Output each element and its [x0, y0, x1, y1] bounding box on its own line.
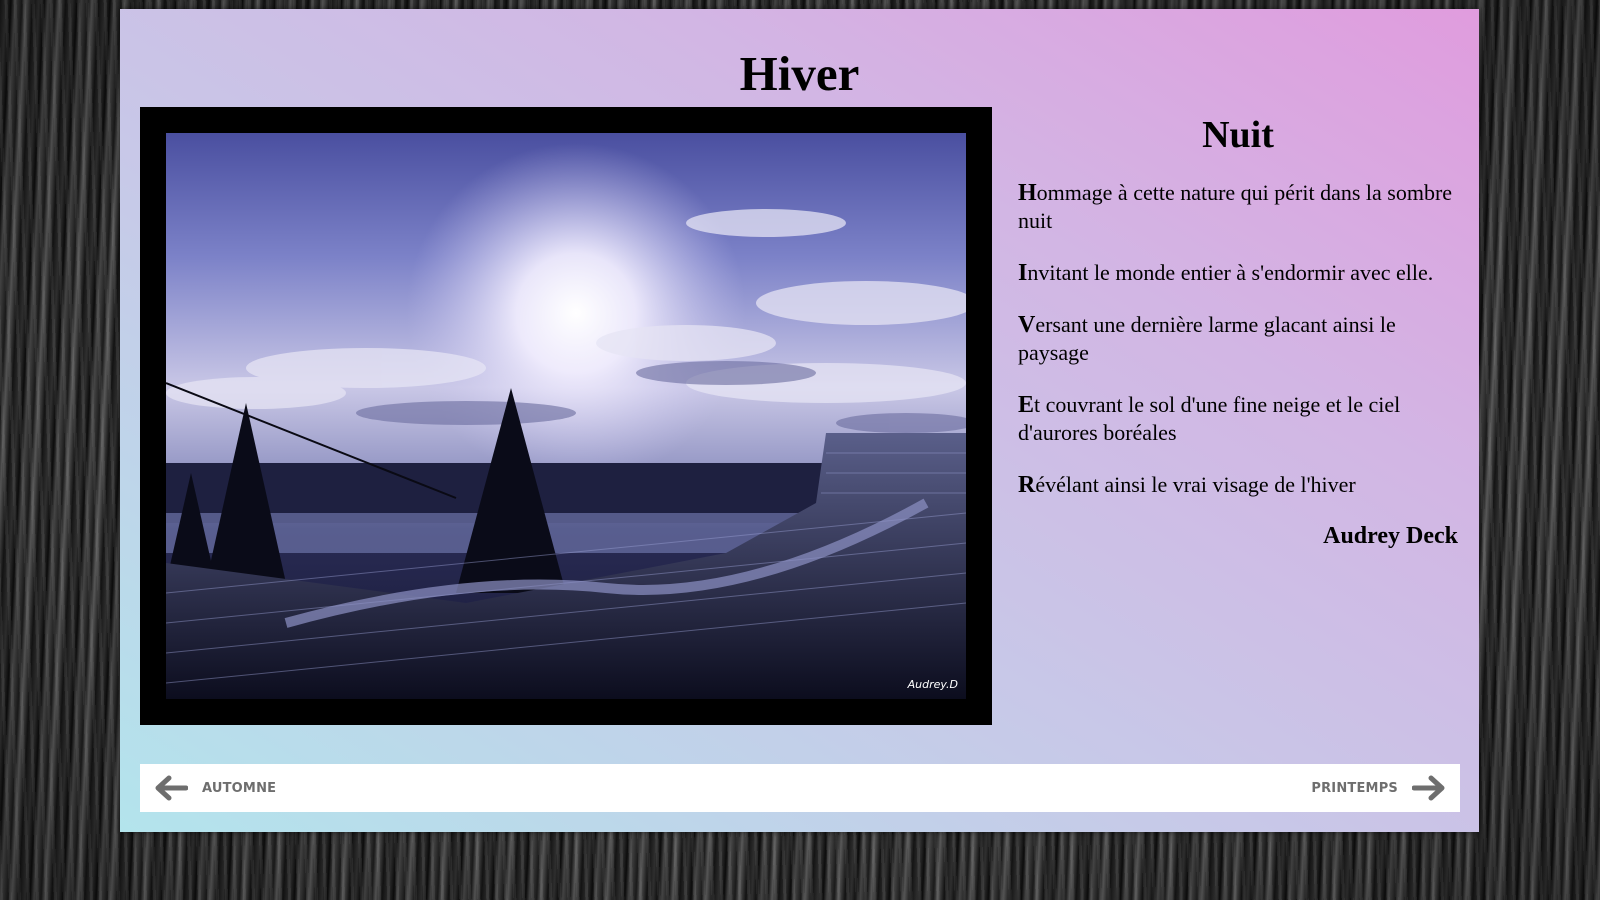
winter-photo: Audrey.D — [166, 133, 966, 699]
verse-initial: I — [1018, 260, 1028, 286]
verse-initial: R — [1018, 472, 1036, 498]
page-title: Hiver — [739, 46, 860, 101]
poem-verse: Hommage à cette nature qui périt dans la… — [1018, 179, 1458, 235]
verse-text: t couvrant le sol d'une fine neige et le… — [1018, 392, 1401, 445]
arrow-left-icon — [154, 775, 188, 801]
poem-verse: Révélant ainsi le vrai visage de l'hiver — [1018, 471, 1458, 499]
season-navigation: AUTOMNE PRINTEMPS — [140, 764, 1460, 812]
poem: Nuit Hommage à cette nature qui périt da… — [1018, 107, 1458, 550]
winter-landscape-image — [166, 143, 966, 699]
poem-verses: Hommage à cette nature qui périt dans la… — [1018, 179, 1458, 499]
verse-text: ommage à cette nature qui périt dans la … — [1018, 180, 1453, 233]
content-panel: Hiver Audrey.D Nuit Hommage à cette natu… — [120, 9, 1479, 832]
verse-initial: V — [1018, 312, 1036, 338]
poem-title: Nuit — [1202, 114, 1274, 156]
poem-verse: Versant une dernière larme glacant ainsi… — [1018, 311, 1458, 367]
verse-text: ersant une dernière larme glacant ainsi … — [1018, 312, 1396, 365]
poem-verse: Invitant le monde entier à s'endormir av… — [1018, 259, 1458, 287]
next-season-label: PRINTEMPS — [1311, 780, 1398, 796]
photo-frame: Audrey.D — [140, 107, 992, 725]
photo-credit: Audrey.D — [907, 678, 958, 691]
prev-season-link[interactable]: AUTOMNE — [154, 764, 276, 812]
verse-text: évélant ainsi le vrai visage de l'hiver — [1035, 472, 1356, 497]
prev-season-label: AUTOMNE — [202, 780, 277, 796]
next-season-link[interactable]: PRINTEMPS — [1311, 764, 1446, 812]
verse-text: nvitant le monde entier à s'endormir ave… — [1027, 260, 1434, 285]
verse-initial: H — [1018, 180, 1037, 206]
verse-initial: E — [1018, 392, 1035, 418]
poem-verse: Et couvrant le sol d'une fine neige et l… — [1018, 391, 1458, 447]
poem-author: Audrey Deck — [1323, 523, 1458, 549]
arrow-right-icon — [1412, 775, 1446, 801]
